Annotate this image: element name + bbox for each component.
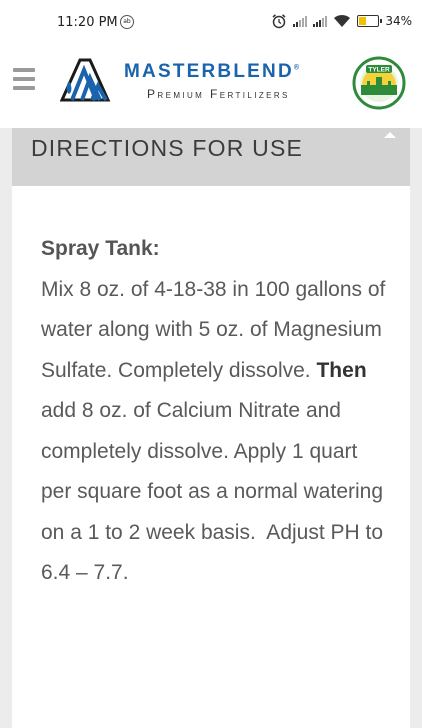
battery-icon — [357, 15, 383, 27]
signal-icon — [313, 15, 328, 27]
alarm-icon — [272, 14, 286, 29]
directions-text-emphasis: Then — [316, 358, 367, 382]
status-icons: 34% — [271, 13, 412, 29]
brand-name: MASTERBLEND® — [124, 61, 302, 82]
wifi-icon — [334, 14, 351, 27]
tyler-logo-icon[interactable]: TYLER — [352, 55, 406, 111]
directions-panel: DIRECTIONS FOR USE Spray Tank: Mix 8 oz.… — [12, 128, 410, 728]
data-saver-icon: ab — [120, 15, 134, 29]
section-title: DIRECTIONS FOR USE — [31, 135, 304, 161]
directions-text: Spray Tank: Mix 8 oz. of 4-18-38 in 100 … — [41, 229, 386, 594]
masterblend-logo-icon[interactable] — [60, 54, 118, 104]
directions-text-part2: add 8 oz. of Calcium Nitrate and complet… — [41, 399, 384, 584]
site-header: MASTERBLEND® Premium Fertilizers TYLER — [0, 46, 422, 128]
battery-percent: 34% — [385, 14, 412, 28]
tyler-badge-text: TYLER — [368, 67, 390, 74]
brand-tagline: Premium Fertilizers — [147, 87, 290, 101]
chevron-up-icon[interactable] — [383, 130, 397, 140]
directions-accordion-header[interactable]: DIRECTIONS FOR USE — [12, 128, 410, 186]
spray-tank-heading: Spray Tank: — [41, 237, 160, 260]
status-time: 11:20 PM — [57, 15, 118, 30]
status-bar: 11:20 PM ab 34% — [0, 0, 422, 46]
hamburger-menu-icon[interactable] — [13, 68, 35, 94]
signal-icon — [293, 15, 308, 27]
